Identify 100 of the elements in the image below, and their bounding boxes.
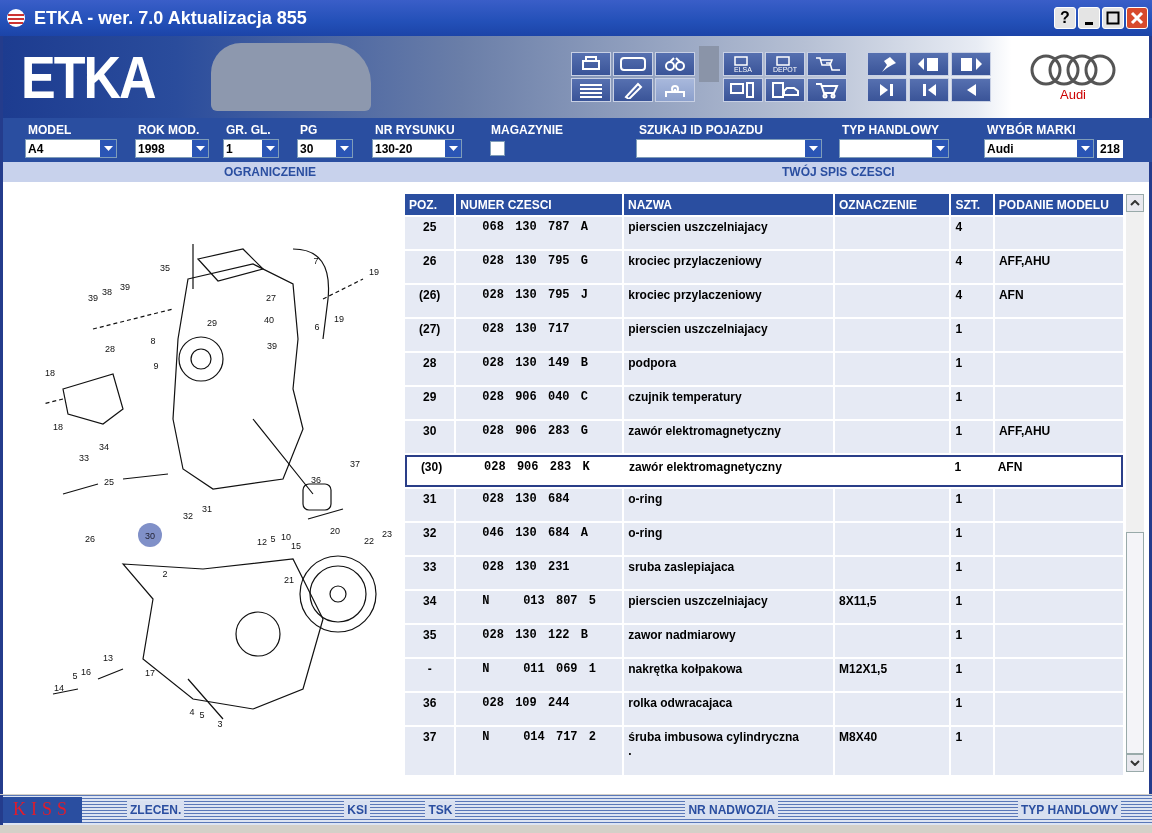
callout-number[interactable]: 26	[85, 534, 95, 544]
help-button[interactable]: ?	[1054, 7, 1076, 29]
callout-number[interactable]: 29	[207, 318, 217, 328]
scroll-thumb[interactable]	[1126, 532, 1144, 754]
right-doc-nav-button[interactable]	[951, 52, 991, 76]
document-car-tool-button[interactable]	[765, 78, 805, 102]
bar-left-nav-button[interactable]	[909, 78, 949, 102]
callout-number[interactable]: 5	[72, 671, 78, 681]
dropdown-field[interactable]: 130-20	[372, 139, 462, 158]
dropdown-field[interactable]: 30	[297, 139, 353, 158]
callout-number[interactable]: 5	[199, 710, 205, 720]
callout-number[interactable]: 28	[105, 344, 115, 354]
table-row[interactable]: (26) 028 130 795 J krociec przylaczeniowy 4 AFN	[405, 285, 1123, 317]
dropdown-field[interactable]: 1998	[135, 139, 209, 158]
maximize-button[interactable]	[1102, 7, 1124, 29]
callout-number[interactable]: 35	[160, 263, 170, 273]
close-button[interactable]	[1126, 7, 1148, 29]
bottom-tab-button[interactable]: NR NADWOZIA	[685, 801, 779, 819]
dropdown-field[interactable]: A4	[25, 139, 117, 158]
callout-number[interactable]: 5	[270, 534, 276, 544]
table-row[interactable]: 34 N 013 807 5 pierscien uszczelniajacy 8X11,5 1	[405, 591, 1123, 623]
dropdown-field[interactable]: 1	[223, 139, 279, 158]
callout-number[interactable]: 4	[189, 707, 195, 717]
callout-number[interactable]: 21	[284, 575, 294, 585]
dropdown-field[interactable]: Audi	[984, 139, 1094, 158]
frame-tool-button[interactable]	[613, 52, 653, 76]
column-header[interactable]: NAZWA	[624, 194, 833, 215]
callout-number[interactable]: 25	[104, 477, 114, 487]
dropdown-field[interactable]	[636, 139, 822, 158]
column-header[interactable]: PODANIE MODELU	[994, 194, 1123, 215]
pencil-tool-button[interactable]	[613, 78, 653, 102]
table-row[interactable]: 36 028 109 244 rolka odwracajaca 1	[405, 693, 1123, 725]
callout-number[interactable]: 18	[45, 368, 55, 378]
callout-number[interactable]: 39	[120, 282, 130, 292]
binoculars-tool-button[interactable]	[655, 52, 695, 76]
table-row[interactable]: - N 011 069 1 nakrętka kołpakowa M12X1,5 1	[405, 659, 1123, 691]
table-row[interactable]: 30 028 906 283 G zawór elektromagnetyczny 1 AFF,AHU	[405, 421, 1123, 453]
callout-number[interactable]: 19	[369, 267, 379, 277]
nodes-tool-button[interactable]	[655, 78, 695, 102]
callout-number[interactable]: 32	[183, 511, 193, 521]
callout-number[interactable]: 40	[264, 315, 274, 325]
callout-number[interactable]: 12	[257, 537, 267, 547]
callout-number[interactable]: 31	[202, 504, 212, 514]
callout-number[interactable]: 38	[102, 287, 112, 297]
table-row[interactable]: 25 068 130 787 A pierscien uszczelniajacy 4	[405, 217, 1123, 249]
scroll-up-button[interactable]	[1126, 194, 1144, 212]
callout-number[interactable]: 6	[314, 322, 320, 332]
callout-number[interactable]: 39	[267, 341, 277, 351]
table-row[interactable]: 28 028 130 149 B podpora 1	[405, 353, 1123, 385]
bottom-tab-button[interactable]: KSI	[344, 801, 371, 819]
callout-number[interactable]: 16	[81, 667, 91, 677]
table-row[interactable]: 35 028 130 122 B zawor nadmiarowy 1	[405, 625, 1123, 657]
callout-number[interactable]: 18	[53, 422, 63, 432]
dropdown-field[interactable]	[839, 139, 949, 158]
table-row[interactable]: 31 028 130 684 o-ring 1	[405, 489, 1123, 521]
table-row[interactable]: 33 028 130 231 sruba zaslepiajaca 1	[405, 557, 1123, 589]
table-row[interactable]: (30) 028 906 283 K zawór elektromagnetyczny 1 AFN	[405, 455, 1123, 487]
callout-number[interactable]: 10	[281, 532, 291, 542]
computer-tool-button[interactable]	[723, 78, 763, 102]
carts-tool-button[interactable]	[807, 52, 847, 76]
table-row[interactable]: 32 046 130 684 A o-ring 1	[405, 523, 1123, 555]
callout-number[interactable]: 39	[88, 293, 98, 303]
table-row[interactable]: 29 028 906 040 C czujnik temperatury 1	[405, 387, 1123, 419]
callout-number[interactable]: 22	[364, 536, 374, 546]
table-row[interactable]: 26 028 130 795 G krociec przylaczeniowy 4 AFF,AHU	[405, 251, 1123, 283]
callout-number[interactable]: 36	[311, 475, 321, 485]
callout-number[interactable]: 27	[266, 293, 276, 303]
bottom-tab-button[interactable]: TSK	[425, 801, 456, 819]
scroll-down-button[interactable]	[1126, 754, 1144, 772]
callout-number[interactable]: 14	[54, 683, 64, 693]
left-nav-button[interactable]	[951, 78, 991, 102]
left-doc-nav-button[interactable]	[909, 52, 949, 76]
bottom-tab-button[interactable]: TYP HANDLOWY	[1018, 801, 1122, 819]
scrollbar[interactable]	[1126, 194, 1144, 772]
minimize-button[interactable]	[1078, 7, 1100, 29]
checkbox[interactable]	[490, 141, 505, 156]
bottom-tab-button[interactable]: ZLECEN.	[127, 801, 185, 819]
table-row[interactable]: 37 N 014 717 2 śruba imbusowa cylindryczna . M8X40 1	[405, 727, 1123, 775]
cart-tool-button[interactable]	[807, 78, 847, 102]
column-header[interactable]: SZT.	[951, 194, 993, 215]
column-header[interactable]: NUMER CZESCI	[456, 194, 622, 215]
pin-nav-button[interactable]	[867, 52, 907, 76]
callout-number[interactable]: 20	[330, 526, 340, 536]
column-header[interactable]: POZ.	[405, 194, 455, 215]
printer-tool-button[interactable]	[571, 52, 611, 76]
column-header[interactable]: OZNACZENIE	[835, 194, 950, 215]
callout-number[interactable]: 2	[162, 569, 168, 579]
callout-number[interactable]: 13	[103, 653, 113, 663]
callout-number[interactable]: 34	[99, 442, 109, 452]
callout-number[interactable]: 8	[150, 336, 156, 346]
callout-number[interactable]: 19	[334, 314, 344, 324]
callout-number[interactable]: 9	[153, 361, 159, 371]
callout-number[interactable]: 37	[350, 459, 360, 469]
callout-number[interactable]: 30	[145, 531, 155, 541]
callout-number[interactable]: 15	[291, 541, 301, 551]
callout-number[interactable]: 23	[382, 529, 392, 539]
callout-number[interactable]: 7	[313, 256, 319, 266]
callout-number[interactable]: 17	[145, 668, 155, 678]
callout-number[interactable]: 3	[217, 719, 223, 729]
to-bar-nav-button[interactable]	[867, 78, 907, 102]
